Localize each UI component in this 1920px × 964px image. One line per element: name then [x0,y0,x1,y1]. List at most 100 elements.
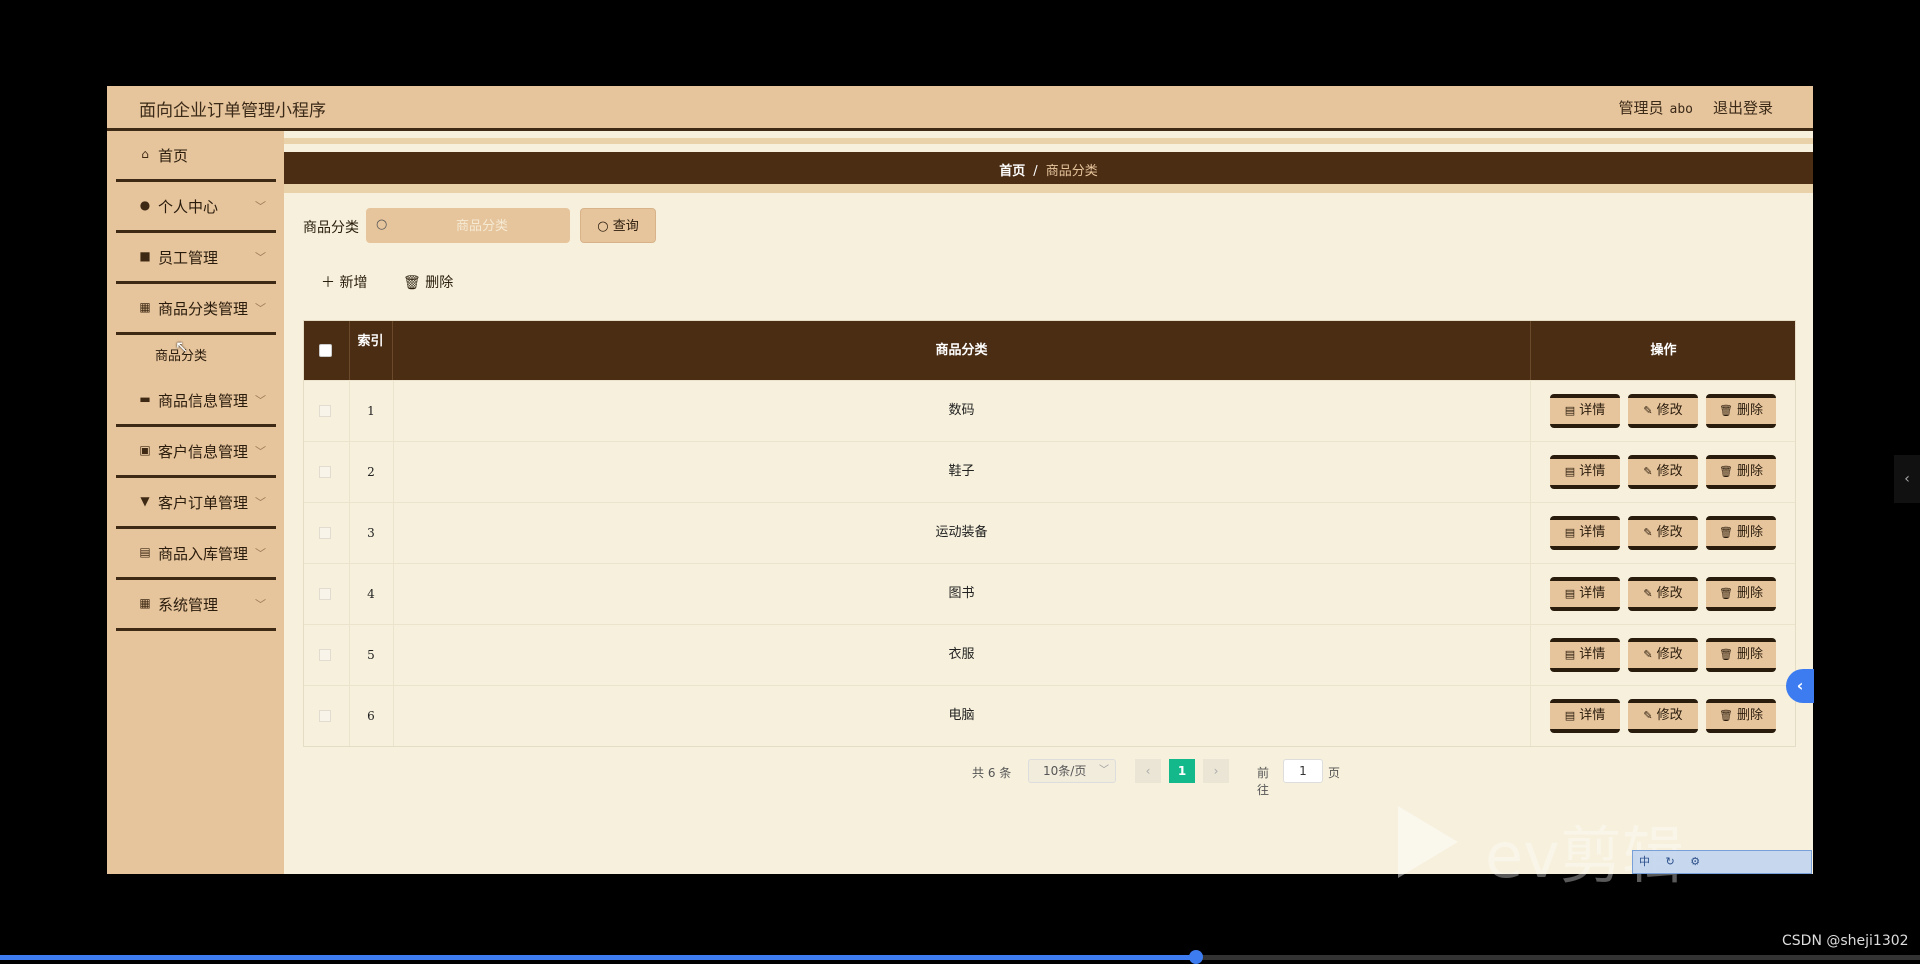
chevron-left-icon: ‹ [1796,676,1804,695]
sidebar-item-system[interactable]: ▦ 系统管理 ﹀ [116,580,276,631]
sidebar-item-category[interactable]: ▦ 商品分类管理 ﹀ [116,284,276,335]
row-index: 3 [349,503,394,563]
delete-button[interactable]: 🗑 删除 [1706,699,1776,733]
add-button[interactable]: ＋ 新增 [321,272,367,292]
row-actions: ▤ 详情 ✎ 修改 🗑 删除 [1530,625,1797,685]
row-category-name: 数码 [393,381,1531,441]
row-check-cell [304,625,350,685]
table-header: 索引 商品分类 操作 [304,321,1795,380]
edit-button[interactable]: ✎ 修改 [1628,638,1698,672]
video-progress-fill [0,955,1197,960]
row-checkbox[interactable] [319,588,331,600]
document-icon: ▤ [1564,465,1576,478]
sidebar-item-orders[interactable]: ▼ 客户订单管理 ﹀ [116,478,276,529]
table-row: 4 图书 ▤ 详情 ✎ 修改 🗑 删除 [304,563,1795,624]
search-input[interactable] [396,208,568,245]
mouse-cursor-icon: ↖ [175,337,189,356]
sidebar-item-label: 系统管理 [158,596,219,614]
edit-button-label: 修改 [1656,708,1683,723]
pencil-icon: ✎ [1643,587,1653,600]
delete-button[interactable]: 🗑 删除 [1706,516,1776,550]
header-category: 商品分类 [393,321,1531,380]
row-check-cell [304,503,350,563]
header-index: 索引 [349,321,393,380]
delete-button-label: 删除 [1736,708,1763,723]
pencil-icon: ✎ [1643,465,1653,478]
query-button[interactable]: ○ 查询 [580,208,656,243]
next-page-button[interactable]: › [1203,759,1229,783]
table-row: 1 数码 ▤ 详情 ✎ 修改 🗑 删除 [304,380,1795,441]
sidebar-item-inbound[interactable]: ▤ 商品入库管理 ﹀ [116,529,276,580]
row-checkbox[interactable] [319,527,331,539]
detail-button[interactable]: ▤ 详情 [1550,699,1620,733]
document-icon: ▤ [1564,404,1576,417]
logout-link[interactable]: 退出登录 [1713,99,1773,117]
select-all-checkbox[interactable] [319,344,332,357]
content-top-strip [284,138,1813,144]
breadcrumb: 首页 / 商品分类 [284,160,1813,179]
row-checkbox[interactable] [319,405,331,417]
batch-delete-button[interactable]: 🗑 删除 [403,272,453,292]
ime-toolbar[interactable]: 中 ↻ ⚙ [1632,850,1812,874]
chevron-down-icon: ﹀ [255,445,266,458]
edit-button[interactable]: ✎ 修改 [1628,577,1698,611]
edit-button-label: 修改 [1656,525,1683,540]
detail-button-label: 详情 [1579,525,1606,540]
row-checkbox[interactable] [319,710,331,722]
detail-button-label: 详情 [1579,586,1606,601]
detail-button[interactable]: ▤ 详情 [1550,455,1620,489]
edit-button[interactable]: ✎ 修改 [1628,394,1698,428]
goto-label: 前往 [1257,766,1270,797]
goto-page-input[interactable]: 1 [1283,759,1323,783]
video-progress-knob[interactable] [1189,950,1204,964]
detail-button[interactable]: ▤ 详情 [1550,516,1620,550]
delete-button[interactable]: 🗑 删除 [1706,577,1776,611]
row-category-name: 图书 [393,564,1531,624]
document-icon: ▤ [1564,648,1576,661]
sidebar-item-customer[interactable]: ▣ 客户信息管理 ﹀ [116,427,276,478]
row-checkbox[interactable] [319,466,331,478]
sidebar-item-goods[interactable]: ▬ 商品信息管理 ﹀ [116,376,276,427]
detail-button[interactable]: ▤ 详情 [1550,394,1620,428]
floating-collapse-button[interactable]: ‹ [1786,669,1814,703]
user-area: 管理员 abo 退出登录 [1618,97,1773,118]
edit-button[interactable]: ✎ 修改 [1628,455,1698,489]
edit-button-label: 修改 [1656,403,1683,418]
user-icon: ● [139,198,151,212]
row-check-cell [304,442,350,502]
user-name: abo [1669,102,1693,117]
prev-page-button[interactable]: ‹ [1135,759,1161,783]
page-size-value: 10条/页 [1043,764,1087,778]
row-checkbox[interactable] [319,649,331,661]
sidebar-item-label: 客户信息管理 [158,443,249,461]
table-row: 5 衣服 ▤ 详情 ✎ 修改 🗑 删除 [304,624,1795,685]
detail-button-label: 详情 [1579,647,1606,662]
sidebar-item-label: 商品入库管理 [158,545,249,563]
detail-button[interactable]: ▤ 详情 [1550,577,1620,611]
delete-button[interactable]: 🗑 删除 [1706,455,1776,489]
row-actions: ▤ 详情 ✎ 修改 🗑 删除 [1530,381,1797,441]
chevron-left-icon: ‹ [1904,471,1910,487]
edit-button[interactable]: ✎ 修改 [1628,699,1698,733]
delete-button[interactable]: 🗑 删除 [1706,394,1776,428]
table-row: 6 电脑 ▤ 详情 ✎ 修改 🗑 删除 [304,685,1795,746]
edit-button[interactable]: ✎ 修改 [1628,516,1698,550]
grid-icon: ▦ [139,596,151,610]
sidebar-item-profile[interactable]: ● 个人中心 ﹀ [116,182,276,233]
detail-button-label: 详情 [1579,403,1606,418]
detail-button[interactable]: ▤ 详情 [1550,638,1620,672]
chevron-down-icon: ﹀ [255,394,266,407]
row-category-name: 鞋子 [393,442,1531,502]
page-size-select[interactable]: 10条/页 ﹀ [1028,759,1116,783]
edit-button-label: 修改 [1656,464,1683,479]
sidebar-item-staff[interactable]: ■ 员工管理 ﹀ [116,233,276,284]
sidebar-item-home[interactable]: ⌂ 首页 [116,131,276,182]
credit-text: CSDN @sheji1302 [1782,933,1909,949]
chevron-down-icon: ﹀ [255,598,266,611]
side-panel-toggle[interactable]: ‹ [1894,455,1920,503]
page-number-current[interactable]: 1 [1169,759,1195,783]
chevron-down-icon: ﹀ [255,302,266,315]
breadcrumb-home[interactable]: 首页 [999,164,1025,179]
breadcrumb-bar: 首页 / 商品分类 [284,152,1813,193]
delete-button[interactable]: 🗑 删除 [1706,638,1776,672]
